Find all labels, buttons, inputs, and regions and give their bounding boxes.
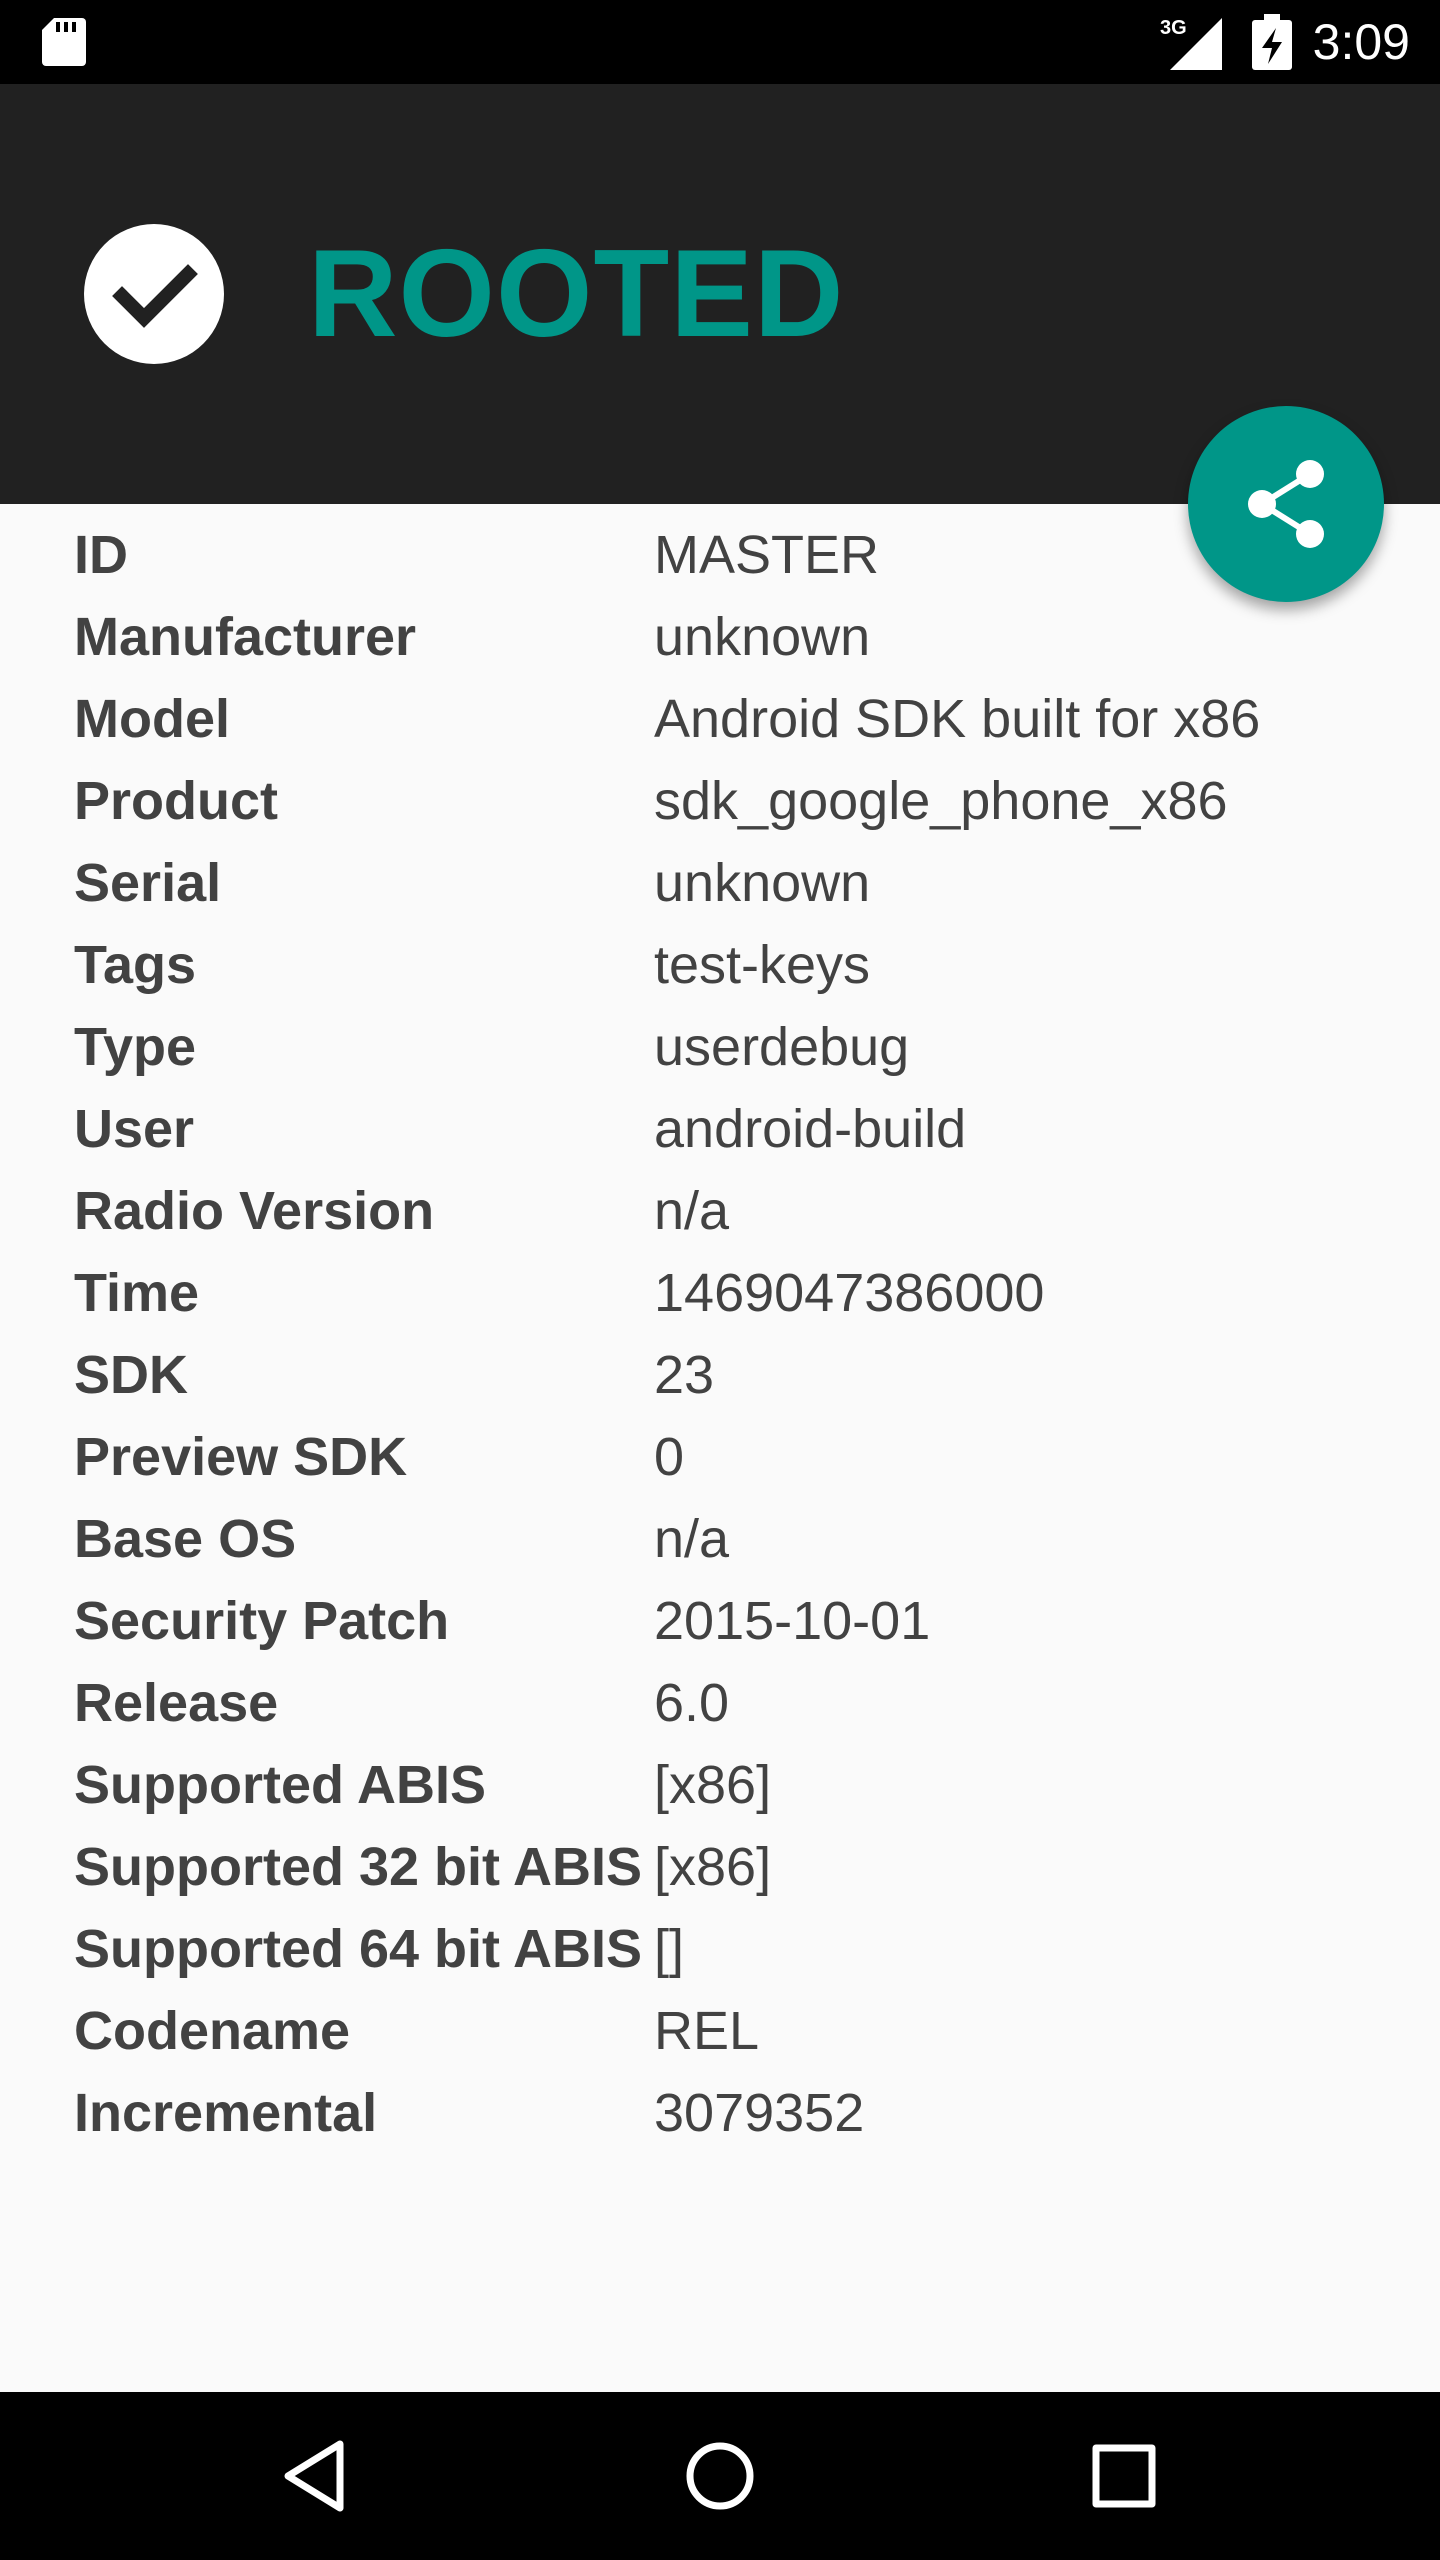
info-value: n/a (654, 1181, 730, 1241)
back-icon (284, 2440, 344, 2512)
info-label: Incremental (74, 2083, 378, 2143)
info-row-product: Product sdk_google_phone_x86 (74, 760, 1374, 842)
info-value: 3079352 (654, 2083, 865, 2143)
info-row-supported-abis: Supported ABIS [x86] (74, 1744, 1374, 1826)
info-value: unknown (654, 853, 871, 913)
info-label: Tags (74, 935, 197, 995)
info-label: Supported ABIS (74, 1755, 486, 1815)
navigation-bar (0, 2392, 1440, 2560)
back-button[interactable] (274, 2434, 358, 2518)
info-label: Base OS (74, 1509, 297, 1569)
info-value: 6.0 (654, 1673, 730, 1733)
info-value: [] (654, 1919, 685, 1979)
info-label: User (74, 1099, 195, 1159)
info-value: unknown (654, 607, 871, 667)
status-bar: 3G 3:09 (0, 0, 1440, 84)
info-value: Android SDK built for x86 (654, 689, 1261, 749)
info-label: Supported 32 bit ABIS (74, 1837, 643, 1897)
home-icon (686, 2442, 754, 2510)
info-row-supported-32-bit-abis: Supported 32 bit ABIS [x86] (74, 1826, 1374, 1908)
info-value: [x86] (654, 1755, 772, 1815)
info-value: android-build (654, 1099, 967, 1159)
info-label: Model (74, 689, 230, 749)
info-value: 1469047386000 (654, 1263, 1045, 1323)
info-value: 23 (654, 1345, 715, 1405)
info-row-supported-64-bit-abis: Supported 64 bit ABIS [] (74, 1908, 1374, 1990)
device-info-list: ID MASTER Manufacturer unknown Model And… (74, 514, 1374, 2154)
info-label: Codename (74, 2001, 351, 2061)
root-status-title: ROOTED (308, 225, 845, 363)
info-value: sdk_google_phone_x86 (654, 771, 1228, 831)
info-row-time: Time 1469047386000 (74, 1252, 1374, 1334)
info-label: Manufacturer (74, 607, 417, 667)
info-row-id: ID MASTER (74, 514, 1374, 596)
info-row-user: User android-build (74, 1088, 1374, 1170)
info-row-base-os: Base OS n/a (74, 1498, 1374, 1580)
info-row-type: Type userdebug (74, 1006, 1374, 1088)
info-label: Type (74, 1017, 197, 1077)
status-bar-clock: 3:09 (1312, 14, 1410, 70)
rooted-badge (84, 224, 224, 364)
info-label: Time (74, 1263, 200, 1323)
network-type-label: 3G (1160, 17, 1187, 39)
info-row-serial: Serial unknown (74, 842, 1374, 924)
info-row-tags: Tags test-keys (74, 924, 1374, 1006)
info-label: Radio Version (74, 1181, 435, 1241)
info-label: ID (74, 525, 128, 585)
info-value: 2015-10-01 (654, 1591, 931, 1651)
info-row-radio-version: Radio Version n/a (74, 1170, 1374, 1252)
info-value: REL (654, 2001, 760, 2061)
sd-card-icon (42, 18, 86, 66)
info-label: Product (74, 771, 279, 831)
info-value: 0 (654, 1427, 685, 1487)
info-value: n/a (654, 1509, 730, 1569)
info-label: Security Patch (74, 1591, 450, 1651)
info-value: MASTER (654, 525, 880, 585)
info-label: Supported 64 bit ABIS (74, 1919, 643, 1979)
info-row-incremental: Incremental 3079352 (74, 2072, 1374, 2154)
recents-button[interactable] (1082, 2434, 1166, 2518)
info-row-codename: Codename REL (74, 1990, 1374, 2072)
info-row-model: Model Android SDK built for x86 (74, 678, 1374, 760)
info-value: test-keys (654, 935, 871, 995)
info-row-preview-sdk: Preview SDK 0 (74, 1416, 1374, 1498)
info-label: Serial (74, 853, 222, 913)
info-value: [x86] (654, 1837, 772, 1897)
info-row-release: Release 6.0 (74, 1662, 1374, 1744)
signal-icon: 3G (1160, 17, 1222, 70)
info-label: SDK (74, 1345, 189, 1405)
info-value: userdebug (654, 1017, 910, 1077)
info-label: Preview SDK (74, 1427, 408, 1487)
info-row-security-patch: Security Patch 2015-10-01 (74, 1580, 1374, 1662)
recents-icon (1092, 2444, 1156, 2508)
home-button[interactable] (678, 2434, 762, 2518)
battery-charging-icon (1252, 14, 1292, 70)
info-row-manufacturer: Manufacturer unknown (74, 596, 1374, 678)
check-icon (112, 264, 198, 328)
info-row-sdk: SDK 23 (74, 1334, 1374, 1416)
info-label: Release (74, 1673, 279, 1733)
